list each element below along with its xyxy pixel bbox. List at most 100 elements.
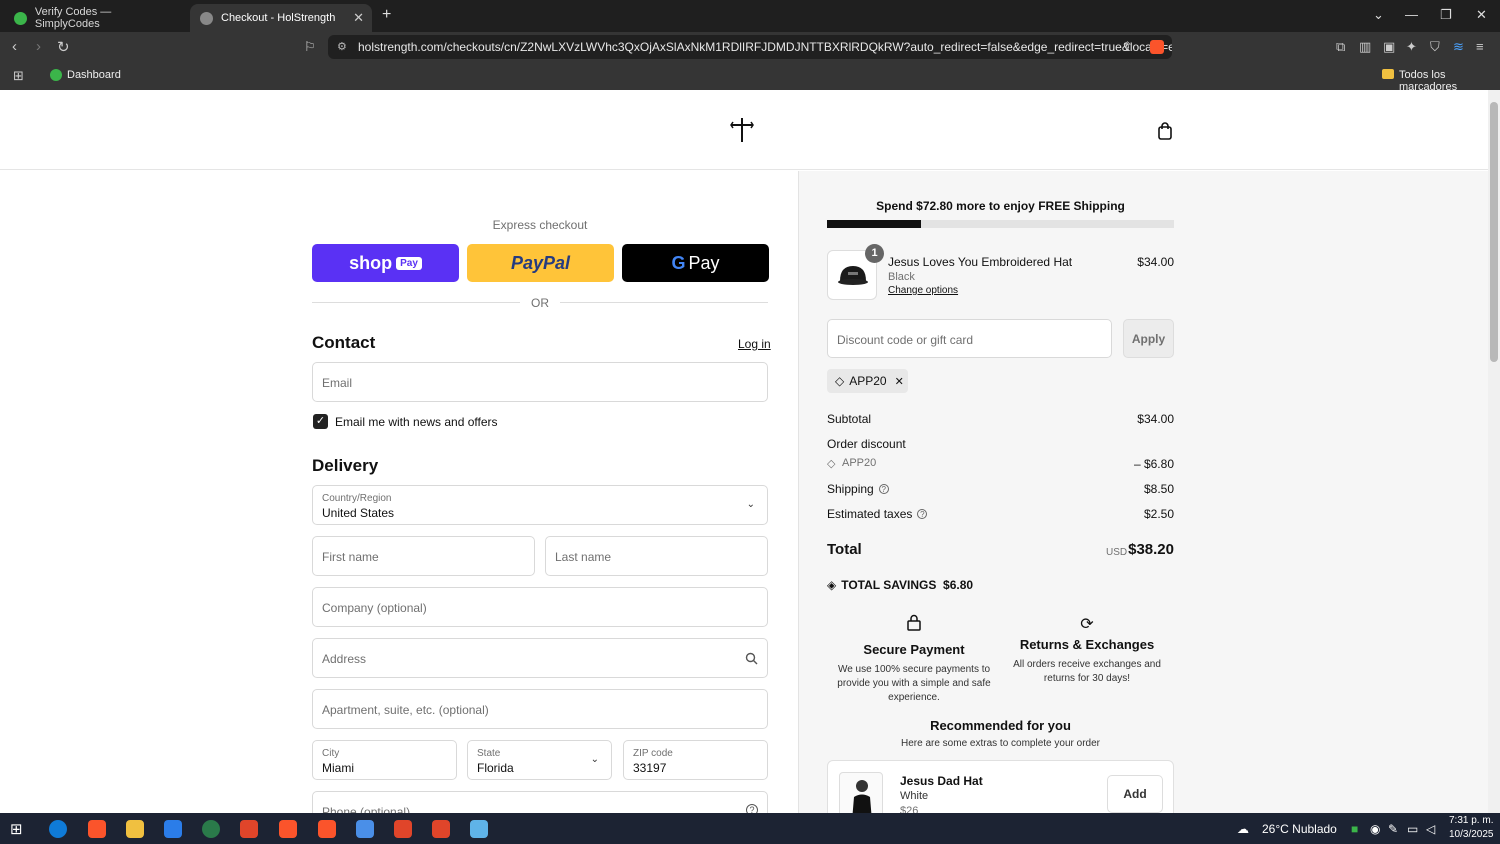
info-icon[interactable]: ? [878, 484, 889, 494]
menu-icon[interactable]: ≡ [1476, 39, 1484, 54]
bookmark-icon[interactable]: ⚐ [304, 39, 316, 55]
country-select[interactable]: Country/Region United States ⌄ [312, 485, 768, 525]
brave-icon[interactable] [88, 820, 106, 838]
tab-checkout[interactable]: Checkout - HolStrength ✕ [190, 4, 372, 32]
returns-title: Returns & Exchanges [1019, 637, 1155, 652]
apps-grid-icon[interactable]: ⊞ [13, 68, 24, 84]
last-name-field[interactable]: Last name [545, 536, 768, 576]
app-icon[interactable] [202, 820, 220, 838]
extensions-icon[interactable]: ⧉ [1336, 39, 1345, 55]
taxes-label: Estimated taxes [827, 507, 913, 521]
page-scrollbar[interactable] [1488, 90, 1500, 813]
quantity-badge: 1 [865, 244, 884, 263]
help-icon[interactable]: ? [746, 804, 758, 813]
clock-time[interactable]: 7:31 p. m. [1449, 815, 1493, 826]
free-shipping-progress [827, 220, 1174, 228]
brave-profile-icon[interactable] [240, 820, 258, 838]
company-placeholder: Company (optional) [322, 601, 427, 615]
first-name-field[interactable]: First name [312, 536, 535, 576]
add-button[interactable]: Add [1107, 775, 1163, 813]
shop-pay-badge: Pay [396, 256, 422, 270]
discount-code-field[interactable]: Discount code or gift card [827, 319, 1112, 358]
company-field[interactable]: Company (optional) [312, 587, 768, 627]
weather-text[interactable]: 26°C Nublado [1262, 822, 1337, 836]
simplycodes-extension-icon[interactable]: ≋ [1453, 39, 1464, 55]
app-icon[interactable] [470, 820, 488, 838]
country-value: United States [322, 506, 395, 520]
brave-profile-icon[interactable] [394, 820, 412, 838]
state-label: State [477, 748, 501, 759]
lock-icon [907, 614, 921, 631]
brave-shields-icon[interactable] [1150, 40, 1164, 54]
zip-field[interactable]: ZIP code 33197 [623, 740, 768, 780]
phone-field[interactable]: Phone (optional) ? [312, 791, 768, 813]
news-checkbox-label: Email me with news and offers [335, 415, 498, 429]
tray-network-icon[interactable]: ◉ [1370, 822, 1380, 836]
info-icon[interactable]: ? [917, 509, 928, 519]
savings-label: TOTAL SAVINGS [841, 578, 937, 592]
back-icon[interactable]: ‹ [12, 38, 17, 55]
brave-active-icon[interactable] [356, 820, 374, 838]
chevron-down-icon: ⌄ [590, 754, 599, 765]
search-icon[interactable] [745, 652, 758, 665]
address-field[interactable]: Address [312, 638, 768, 678]
minimize-icon[interactable]: — [1405, 7, 1418, 22]
apply-button[interactable]: Apply [1123, 319, 1174, 358]
apartment-field[interactable]: Apartment, suite, etc. (optional) [312, 689, 768, 729]
total-label: Total [827, 541, 862, 558]
secure-title: Secure Payment [863, 642, 965, 657]
wifi-icon[interactable]: ▭ [1407, 822, 1418, 836]
clock-date[interactable]: 10/3/2025 [1449, 829, 1494, 840]
brave-profile-icon[interactable] [432, 820, 450, 838]
tab-simplycodes[interactable]: Verify Codes — SimplyCodes [4, 4, 188, 32]
holstrength-logo-icon[interactable] [730, 117, 754, 143]
brave-profile-icon[interactable] [318, 820, 336, 838]
change-options-link[interactable]: Change options [888, 285, 958, 296]
subtotal-value: $34.00 [1137, 412, 1174, 426]
state-select[interactable]: State Florida ⌄ [467, 740, 612, 780]
recommended-product-card: Jesus Dad Hat White $26 Add [827, 760, 1174, 813]
paypal-button[interactable]: PayPal [467, 244, 614, 282]
tag-icon: ◈ [827, 578, 837, 592]
address-bar[interactable]: ⚙ holstrength.com/checkouts/cn/Z2NwLXVzL… [328, 35, 1172, 59]
url-text: holstrength.com/checkouts/cn/Z2NwLXVzLWV… [358, 40, 1172, 54]
tray-app-icon[interactable]: ■ [1351, 822, 1358, 836]
bookmark-dashboard[interactable]: Dashboard [67, 69, 121, 81]
share-icon[interactable]: ⇪ [1122, 39, 1133, 55]
restore-icon[interactable]: ❐ [1440, 7, 1452, 23]
store-icon[interactable] [164, 820, 182, 838]
vpn-icon[interactable]: ⛉ [1430, 39, 1440, 55]
tab-search-chevron-icon[interactable]: ⌄ [1373, 7, 1384, 23]
volume-icon[interactable]: ◁ [1426, 822, 1435, 836]
address-placeholder: Address [322, 652, 367, 666]
remove-discount-icon[interactable]: ✕ [895, 375, 904, 388]
scrollbar-thumb[interactable] [1490, 102, 1498, 362]
brave-profile-icon[interactable] [279, 820, 297, 838]
cart-bag-icon[interactable] [1157, 122, 1173, 140]
google-pay-button[interactable]: G Pay [622, 244, 769, 282]
close-tab-icon[interactable]: ✕ [353, 10, 364, 26]
close-window-icon[interactable]: ✕ [1476, 7, 1487, 23]
state-value: Florida [477, 761, 514, 775]
wallet-icon[interactable]: ▣ [1383, 39, 1395, 55]
leo-ai-icon[interactable]: ✦ [1406, 39, 1417, 55]
login-link[interactable]: Log in [738, 337, 771, 351]
new-tab-icon[interactable]: + [382, 6, 391, 24]
subtotal-label: Subtotal [827, 412, 872, 426]
shop-pay-button[interactable]: shop Pay [312, 244, 459, 282]
returns-feature: ⟳ Returns & Exchanges All orders receive… [1002, 614, 1172, 686]
site-header [0, 90, 1488, 170]
news-checkbox[interactable]: ✓ [313, 414, 328, 429]
city-field[interactable]: City Miami [312, 740, 457, 780]
file-explorer-icon[interactable] [126, 820, 144, 838]
sidebar-icon[interactable]: ▥ [1359, 39, 1371, 55]
windows-start-icon[interactable]: ⊞ [10, 820, 28, 838]
site-info-icon[interactable]: ⚙ [337, 40, 347, 53]
pen-icon[interactable]: ✎ [1388, 822, 1398, 836]
weather-icon[interactable]: ☁ [1237, 822, 1249, 836]
forward-icon[interactable]: › [36, 38, 41, 55]
email-field[interactable]: Email [312, 362, 768, 402]
reload-icon[interactable]: ↻ [57, 38, 70, 56]
tab-title: Checkout - HolStrength [221, 12, 336, 24]
edge-icon[interactable] [49, 820, 67, 838]
